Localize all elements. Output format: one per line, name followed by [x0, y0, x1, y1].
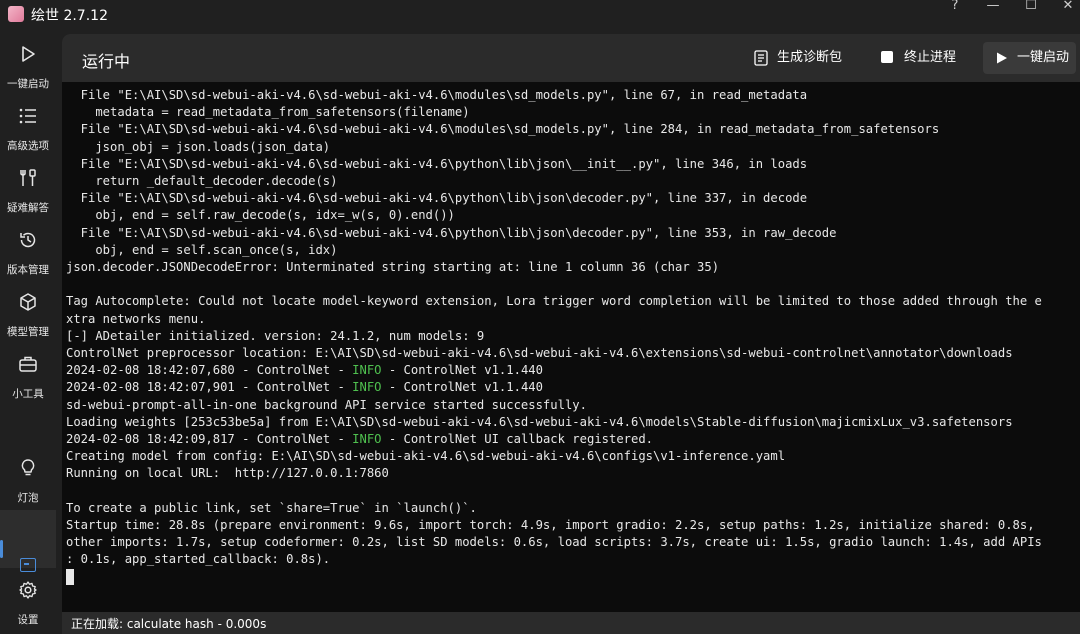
console-line: metadata = read_metadata_from_safetensor… — [66, 105, 470, 120]
console-line: Tag Autocomplete: Could not locate model… — [66, 294, 1042, 309]
diagnostic-package-button[interactable]: 生成诊断包 — [752, 42, 852, 74]
console-line: File "E:\AI\SD\sd-webui-aki-v4.6\sd-webu… — [66, 122, 940, 137]
sidebar-item-launch[interactable]: 一键启动 — [0, 40, 56, 98]
console-line: File "E:\AI\SD\sd-webui-aki-v4.6\sd-webu… — [66, 225, 837, 240]
stop-process-button[interactable]: 终止进程 — [880, 42, 960, 74]
console-line: Creating model from config: E:\AI\SD\sd-… — [66, 449, 786, 464]
sidebar-item-settings[interactable]: 设置 — [0, 576, 56, 634]
console-line: 2024-02-08 18:42:07,680 - ControlNet - I… — [66, 363, 543, 378]
console-line: json.decoder.JSONDecodeError: Unterminat… — [66, 260, 720, 275]
app-title: 绘世 2.7.12 — [31, 8, 108, 24]
console-line: To create a public link, set `share=True… — [66, 500, 477, 515]
console-line: obj, end = self.scan_once(s, idx) — [66, 242, 338, 257]
minimize-button[interactable]: — — [975, 0, 1011, 14]
app-logo-icon — [8, 6, 24, 22]
one-click-launch-button[interactable]: 一键启动 — [983, 42, 1076, 74]
maximize-button[interactable]: ☐ — [1013, 0, 1049, 14]
sidebar-item-versions[interactable]: 版本管理 — [0, 226, 56, 284]
sidebar-item-label: 模型管理 — [7, 326, 49, 338]
main-panel: 运行中 生成诊断包 终止进程 一键启动 File "E:\AI\SD\sd-we… — [62, 34, 1080, 634]
console-line: File "E:\AI\SD\sd-webui-aki-v4.6\sd-webu… — [66, 191, 808, 206]
sidebar-item-label: 疑难解答 — [7, 202, 49, 214]
console-line: File "E:\AI\SD\sd-webui-aki-v4.6\sd-webu… — [66, 156, 808, 171]
sidebar-item-models[interactable]: 模型管理 — [0, 288, 56, 346]
console-output[interactable]: File "E:\AI\SD\sd-webui-aki-v4.6\sd-webu… — [66, 87, 1076, 607]
log-level-info: INFO — [352, 380, 382, 395]
console-line: obj, end = self.raw_decode(s, idx=_w(s, … — [66, 208, 455, 223]
console-line: File "E:\AI\SD\sd-webui-aki-v4.6\sd-webu… — [66, 88, 808, 102]
close-button[interactable]: ✕ — [1050, 0, 1080, 14]
console-line: 2024-02-08 18:42:07,901 - ControlNet - I… — [66, 380, 543, 395]
console-line: Startup time: 28.8s (prepare environment… — [66, 518, 1035, 533]
console-line: json_obj = json.loads(json_data) — [66, 139, 331, 154]
lightbulb-icon — [21, 459, 35, 476]
sidebar-item-tools[interactable]: 小工具 — [0, 350, 56, 408]
console-line: return _default_decoder.decode(s) — [66, 174, 338, 189]
sidebar-item-label: 小工具 — [12, 388, 44, 400]
toolbox-icon — [19, 356, 37, 372]
diagnostic-package-label: 生成诊断包 — [777, 50, 843, 65]
status-bar: 正在加载: calculate hash - 0.000s — [62, 612, 1080, 634]
console-line: ControlNet preprocessor location: E:\AI\… — [66, 346, 1013, 361]
stop-checkbox[interactable] — [881, 51, 893, 63]
one-click-launch-label: 一键启动 — [1017, 50, 1070, 65]
title-bar: 绘世 2.7.12 ? — ☐ ✕ — [0, 0, 1080, 30]
status-text: 正在加载: calculate hash - 0.000s — [71, 617, 267, 631]
console-line: Loading weights [253c53be5a] from E:\AI\… — [66, 414, 1013, 429]
gear-icon — [19, 581, 37, 599]
log-level-info: INFO — [352, 432, 382, 447]
sidebar-item-advanced[interactable]: 高级选项 — [0, 102, 56, 160]
console-line: [-] ADetailer initialized. version: 24.1… — [66, 328, 485, 343]
header: 运行中 生成诊断包 终止进程 一键启动 — [62, 34, 1080, 82]
text-cursor — [66, 568, 74, 585]
cube-icon — [20, 293, 36, 311]
sidebar-item-troubleshoot[interactable]: 疑难解答 — [0, 164, 56, 222]
page-title: 运行中 — [82, 52, 131, 71]
active-indicator — [0, 540, 3, 558]
sidebar-item-label: 一键启动 — [7, 78, 49, 90]
sidebar-item-label: 灯泡 — [17, 492, 39, 504]
history-icon — [20, 232, 36, 248]
console-line: : 0.1s, app_started_callback: 0.8s). — [66, 552, 331, 567]
help-button[interactable]: ? — [937, 0, 973, 14]
play-icon — [22, 46, 35, 62]
terminal-icon — [20, 558, 36, 572]
list-icon — [19, 108, 36, 124]
console-line: other imports: 1.7s, setup codeformer: 0… — [66, 535, 1042, 550]
document-icon — [754, 50, 768, 66]
tools-icon — [20, 169, 36, 186]
sidebar-item-label: 高级选项 — [7, 140, 49, 152]
sidebar: 一键启动 高级选项 疑难解答 版本管理 模型管理 小工具 灯泡 设置 — [0, 30, 56, 634]
sidebar-item-label: 版本管理 — [7, 264, 49, 276]
sidebar-item-lightbulb[interactable]: 灯泡 — [0, 454, 56, 512]
console-line: xtra networks menu. — [66, 311, 206, 326]
log-level-info: INFO — [352, 363, 382, 378]
stop-process-label: 终止进程 — [904, 50, 957, 65]
console-line: 2024-02-08 18:42:09,817 - ControlNet - I… — [66, 432, 654, 447]
console-line: Running on local URL: http://127.0.0.1:7… — [66, 466, 389, 481]
console-cursor-line — [66, 568, 1076, 586]
play-icon — [997, 52, 1007, 64]
console-line: sd-webui-prompt-all-in-one background AP… — [66, 397, 587, 412]
sidebar-item-label: 设置 — [17, 614, 39, 626]
